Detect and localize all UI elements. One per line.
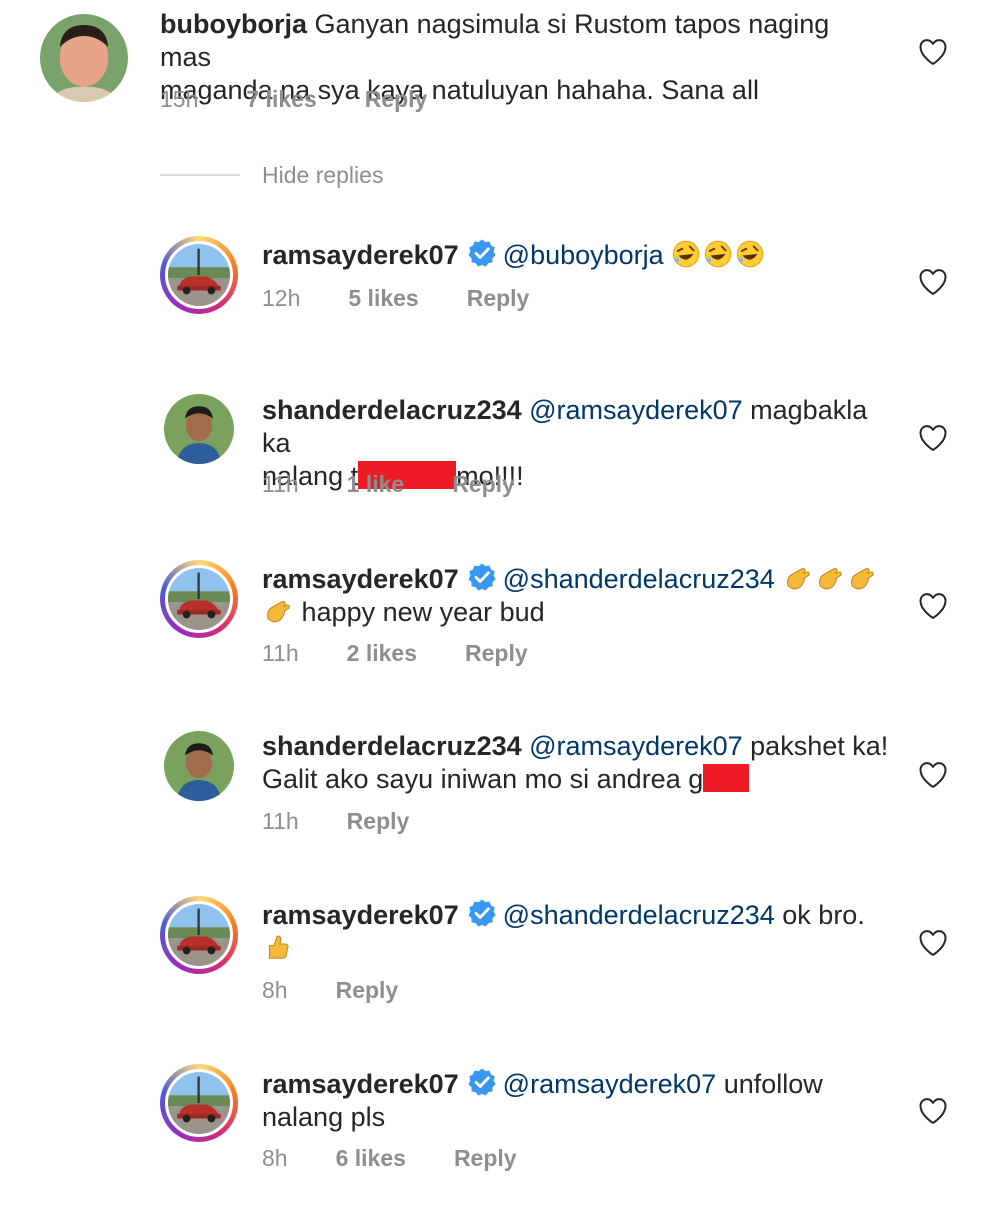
verified-badge-icon [467, 898, 497, 928]
profile-photo-icon [168, 904, 230, 966]
heart-outline-icon[interactable] [918, 929, 948, 957]
avatar[interactable] [160, 896, 238, 974]
username[interactable]: ramsayderek07 [262, 1069, 459, 1099]
comment-text: unfollow [723, 1069, 823, 1099]
likes-count[interactable]: 1 like [347, 471, 405, 497]
profile-photo-icon [164, 731, 234, 801]
profile-photo-icon [168, 244, 230, 306]
username[interactable]: buboyborja [160, 9, 307, 39]
username[interactable]: shanderdelacruz234 [262, 395, 522, 425]
comment-body: ramsayderek07 @shanderdelacruz234 ok bro. [262, 898, 902, 965]
mention-link[interactable]: @ramsayderek07 [529, 395, 743, 425]
heart-outline-icon[interactable] [918, 592, 948, 620]
heart-outline-icon[interactable] [918, 1097, 948, 1125]
mention-link[interactable]: @shanderdelacruz234 [503, 900, 775, 930]
timestamp: 15h [160, 86, 199, 112]
reply-button[interactable]: Reply [467, 285, 530, 311]
comment-text: happy new year bud [301, 597, 545, 627]
timestamp: 11h [262, 640, 299, 666]
heart-outline-icon[interactable] [918, 424, 948, 452]
avatar[interactable] [160, 1064, 238, 1142]
comment-body: ramsayderek07 @ramsayderek07 unfollow nal… [262, 1067, 902, 1134]
username[interactable]: shanderdelacruz234 [262, 731, 522, 761]
profile-photo-icon [40, 14, 128, 102]
likes-count[interactable]: 2 likes [347, 640, 417, 666]
mention-link[interactable]: @ramsayderek07 [529, 731, 743, 761]
call-me-hand-emoji-icon [814, 563, 844, 593]
reply-button[interactable]: Reply [465, 640, 528, 666]
avatar[interactable] [160, 560, 238, 638]
comment-text: nalang pls [262, 1102, 386, 1132]
comment-meta: 11h Reply [262, 808, 457, 835]
reply-button[interactable]: Reply [365, 86, 428, 112]
call-me-hand-emoji-icon [846, 563, 876, 593]
reply-button[interactable]: Reply [336, 977, 399, 1003]
hide-replies-label[interactable]: Hide replies [262, 162, 383, 189]
timestamp: 11h [262, 808, 299, 834]
mention-link[interactable]: @shanderdelacruz234 [503, 564, 775, 594]
comment-body: ramsayderek07 @buboyborja [262, 238, 882, 272]
verified-badge-icon [467, 562, 497, 592]
comment-meta: 8h 6 likes Reply [262, 1145, 565, 1172]
avatar[interactable] [160, 236, 238, 314]
comment-text: Galit ako sayu iniwan mo si andrea g [262, 764, 704, 794]
reply-button[interactable]: Reply [347, 808, 410, 834]
heart-outline-icon[interactable] [918, 268, 948, 296]
likes-count[interactable]: 7 likes [246, 86, 316, 112]
rofl-emoji-icon [671, 239, 701, 269]
username[interactable]: ramsayderek07 [262, 564, 459, 594]
verified-badge-icon [467, 1067, 497, 1097]
comment-body: ramsayderek07 @shanderdelacruz234 happy n… [262, 562, 902, 629]
likes-count[interactable]: 6 likes [336, 1145, 406, 1171]
heart-outline-icon[interactable] [918, 38, 948, 66]
profile-photo-icon [168, 1072, 230, 1134]
timestamp: 11h [262, 471, 299, 497]
avatar[interactable] [40, 14, 128, 102]
comment-text: pakshet ka! [750, 731, 889, 761]
comment-body: shanderdelacruz234 @ramsayderek07 pakshe… [262, 730, 902, 796]
rofl-emoji-icon [735, 239, 765, 269]
profile-photo-icon [164, 394, 234, 464]
username[interactable]: ramsayderek07 [262, 240, 459, 270]
call-me-hand-emoji-icon [782, 563, 812, 593]
comment-text: ok bro. [782, 900, 865, 930]
thumbs-up-emoji-icon [262, 932, 292, 962]
timestamp: 8h [262, 977, 288, 1003]
comment-meta: 11h 2 likes Reply [262, 640, 576, 667]
comment-meta: 8h Reply [262, 977, 446, 1004]
avatar[interactable] [164, 394, 234, 464]
avatar[interactable] [164, 731, 234, 801]
mention-link[interactable]: @buboyborja [503, 240, 664, 270]
profile-photo-icon [168, 568, 230, 630]
comment-meta: 12h 5 likes Reply [262, 285, 577, 312]
divider [160, 174, 240, 176]
comment-meta: 11h 1 like Reply [262, 471, 563, 498]
heart-outline-icon[interactable] [918, 761, 948, 789]
verified-badge-icon [467, 238, 497, 268]
likes-count[interactable]: 5 likes [348, 285, 418, 311]
timestamp: 12h [262, 285, 301, 311]
timestamp: 8h [262, 1145, 288, 1171]
username[interactable]: ramsayderek07 [262, 900, 459, 930]
mention-link[interactable]: @ramsayderek07 [503, 1069, 717, 1099]
reply-button[interactable]: Reply [452, 471, 515, 497]
comment-meta: 15h 7 likes Reply [160, 86, 475, 113]
redaction-block [703, 764, 750, 792]
call-me-hand-emoji-icon [262, 596, 292, 626]
reply-button[interactable]: Reply [454, 1145, 517, 1171]
rofl-emoji-icon [703, 239, 733, 269]
